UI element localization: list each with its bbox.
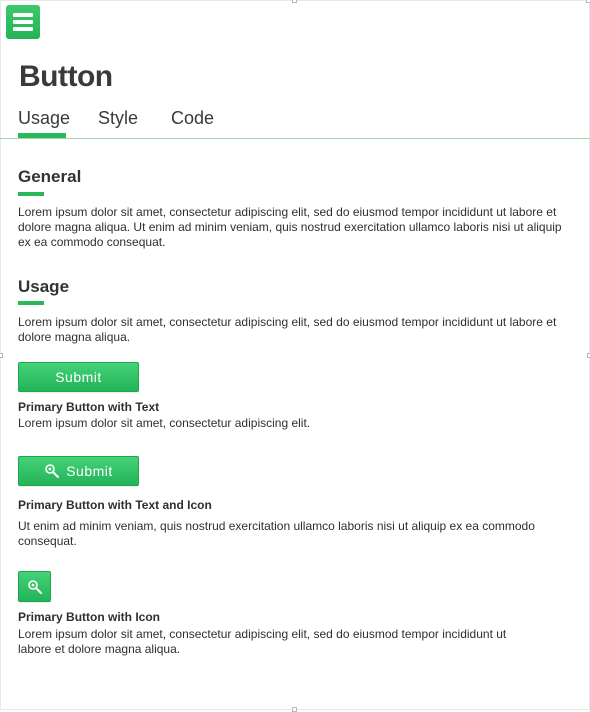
description-icon-button: Lorem ipsum dolor sit amet, consectetur … xyxy=(18,627,507,656)
resize-handle-top[interactable] xyxy=(292,0,297,3)
search-icon xyxy=(44,463,60,479)
tab-style[interactable]: Style xyxy=(98,108,138,129)
tab-bar-divider xyxy=(0,138,590,139)
section-accent-general xyxy=(18,192,44,196)
resize-handle-left[interactable] xyxy=(0,353,3,358)
resize-handle-top-right[interactable] xyxy=(586,0,590,3)
page-title: Button xyxy=(19,60,113,93)
menu-button[interactable] xyxy=(6,5,40,39)
icon-only-button[interactable] xyxy=(18,571,51,602)
submit-button-label: Submit xyxy=(55,369,102,385)
caption-text-icon-button: Primary Button with Text and Icon xyxy=(18,498,212,512)
submit-with-icon-button[interactable]: Submit xyxy=(18,456,139,486)
submit-button[interactable]: Submit xyxy=(18,362,139,392)
search-icon xyxy=(27,579,43,595)
description-text-icon-button: Ut enim ad minim veniam, quis nostrud ex… xyxy=(18,519,535,548)
section-accent-usage xyxy=(18,301,44,305)
tab-usage[interactable]: Usage xyxy=(18,108,70,129)
section-title-usage: Usage xyxy=(18,277,70,296)
general-description: Lorem ipsum dolor sit amet, consectetur … xyxy=(18,205,562,249)
submit-with-icon-button-label: Submit xyxy=(66,463,113,479)
usage-description: Lorem ipsum dolor sit amet, consectetur … xyxy=(18,315,557,344)
caption-text-button: Primary Button with Text xyxy=(18,400,160,414)
tab-code[interactable]: Code xyxy=(171,108,214,129)
section-title-general: General xyxy=(18,167,82,186)
caption-icon-button: Primary Button with Icon xyxy=(18,610,161,624)
tab-bar xyxy=(0,106,590,140)
description-text-button: Lorem ipsum dolor sit amet, consectetur … xyxy=(18,416,311,430)
